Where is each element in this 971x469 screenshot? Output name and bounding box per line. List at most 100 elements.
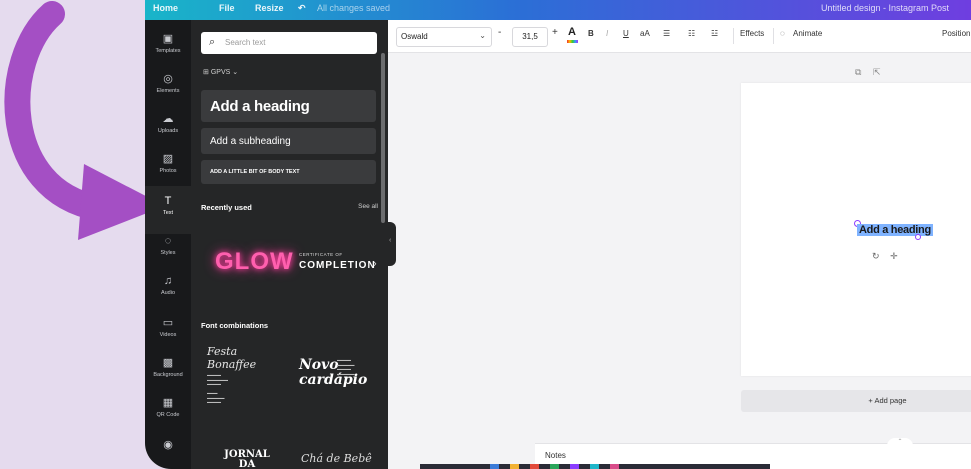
font-combinations-heading: Font combinations bbox=[201, 321, 269, 330]
rail-qr-code[interactable]: ▦ QR Code bbox=[145, 396, 191, 418]
letter-case-button[interactable]: aA bbox=[640, 29, 650, 38]
underline-button[interactable]: U bbox=[623, 29, 629, 38]
rotate-icon[interactable]: ↻ bbox=[872, 251, 880, 261]
add-heading-button[interactable]: Add a heading bbox=[201, 90, 376, 122]
rail-label: Background bbox=[153, 372, 183, 378]
rail-audio[interactable]: ♫ Audio bbox=[145, 274, 191, 296]
decrease-font-size-button[interactable]: - bbox=[498, 27, 501, 38]
combo2-details: ▬▬▬▬ ▬▬▬▬▬ ▬▬▬▬ ▬▬▬▬▬ bbox=[337, 358, 355, 376]
add-subheading-button[interactable]: Add a subheading bbox=[201, 128, 376, 154]
rail-label: Elements bbox=[156, 88, 180, 94]
rail-background[interactable]: ▩ Background bbox=[145, 356, 191, 378]
search-text-input[interactable]: ⌕ Search text bbox=[201, 32, 377, 54]
font-family-select[interactable]: Oswald ⌄ bbox=[396, 27, 492, 47]
brand-kit-selector[interactable]: ⊞ GPVS ⌄ bbox=[203, 68, 238, 76]
chevron-up-icon[interactable]: ⌃ bbox=[887, 438, 913, 446]
taskbar-app-icon[interactable] bbox=[490, 464, 499, 469]
spacing-icon[interactable]: ☳ bbox=[711, 29, 718, 38]
bold-button[interactable]: B bbox=[588, 29, 594, 38]
move-icon[interactable]: ✛ bbox=[890, 251, 898, 261]
design-title[interactable]: Untitled design - Instagram Post bbox=[821, 3, 949, 13]
rail-photos[interactable]: ▨ Photos bbox=[145, 152, 191, 174]
align-icon[interactable]: ☰ bbox=[663, 29, 670, 38]
top-menu-bar: Home File Resize ↶ All changes saved Unt… bbox=[145, 0, 971, 20]
font-combination-3[interactable]: JORNAL DA CIDADE bbox=[219, 450, 275, 469]
toolbar-divider bbox=[733, 28, 734, 44]
rail-label: Styles bbox=[160, 250, 176, 256]
search-icon: ⌕ bbox=[209, 36, 216, 48]
notes-button[interactable]: Notes bbox=[545, 451, 566, 460]
rail-more[interactable]: ◉ bbox=[145, 438, 191, 452]
taskbar-app-icon[interactable] bbox=[590, 464, 599, 469]
taskbar-app-icon[interactable] bbox=[550, 464, 559, 469]
position-button[interactable]: Position bbox=[942, 29, 970, 38]
certificate-small-text[interactable]: CERTIFICATE OF bbox=[299, 252, 343, 257]
left-rail: ▣ Templates ◎ Elements ☁ Uploads ▨ Photo… bbox=[145, 20, 191, 469]
add-page-icon[interactable]: ⇱ bbox=[873, 67, 881, 77]
chevron-left-icon: ‹ bbox=[389, 237, 392, 244]
selection-handle[interactable] bbox=[915, 234, 921, 240]
font-combination-4[interactable]: Chá de Bebê bbox=[301, 452, 372, 465]
font-family-value: Oswald bbox=[401, 32, 428, 41]
taskbar-app-icon[interactable] bbox=[510, 464, 519, 469]
text-color-button[interactable]: A bbox=[567, 26, 578, 43]
duplicate-page-icon[interactable]: ⧉ bbox=[855, 67, 861, 77]
see-all-link[interactable]: See all bbox=[358, 203, 378, 210]
font-combination-1[interactable]: Festa Bonaffee ▬▬▬▬ ▬▬▬▬▬▬ ▬▬▬▬ ▬▬▬ ▬▬▬▬▬ ▬▬▬… bbox=[207, 345, 277, 405]
photos-icon: ▨ bbox=[162, 153, 174, 165]
rail-label: Audio bbox=[160, 290, 176, 296]
rail-videos[interactable]: ▭ Videos bbox=[145, 316, 191, 338]
rail-label: Videos bbox=[159, 332, 177, 338]
effects-button[interactable]: Effects bbox=[740, 29, 764, 38]
collapse-panel-button[interactable]: ‹ bbox=[388, 222, 396, 266]
taskbar-app-icon[interactable] bbox=[570, 464, 579, 469]
canva-editor-window: Home File Resize ↶ All changes saved Unt… bbox=[145, 0, 971, 469]
text-toolbar: Oswald ⌄ - 31,5 + A B I U aA ☰ ☷ ☳ Effec… bbox=[388, 20, 971, 53]
styles-icon: ◌ bbox=[164, 235, 172, 247]
toolbar-divider bbox=[773, 28, 774, 44]
combo1-title: Festa Bonaffee bbox=[207, 345, 257, 371]
resize-menu[interactable]: Resize bbox=[255, 3, 284, 13]
file-menu[interactable]: File bbox=[219, 3, 235, 13]
font-combination-2[interactable]: Novo cardápio ▬▬▬▬ ▬▬▬▬▬ ▬▬▬▬ ▬▬▬▬▬ bbox=[299, 358, 371, 388]
selected-heading-text[interactable]: Add a heading bbox=[857, 224, 933, 236]
italic-button[interactable]: I bbox=[606, 29, 608, 38]
undo-icon[interactable]: ↶ bbox=[298, 3, 306, 14]
animate-icon: ◌ bbox=[780, 29, 785, 38]
rail-text[interactable]: T Text bbox=[145, 186, 191, 234]
font-size-input[interactable]: 31,5 bbox=[512, 27, 548, 47]
element-actions: ↻ ✛ bbox=[872, 251, 906, 262]
rail-styles[interactable]: ◌ Styles bbox=[145, 234, 191, 256]
taskbar-app-icon[interactable] bbox=[610, 464, 619, 469]
text-panel: ⌕ Search text ⊞ GPVS ⌄ Add a heading Add… bbox=[191, 20, 388, 469]
chevron-down-icon: ⌄ bbox=[479, 31, 486, 40]
animate-button[interactable]: Animate bbox=[793, 29, 822, 38]
chevron-right-icon[interactable]: › bbox=[373, 258, 377, 270]
rail-uploads[interactable]: ☁ Uploads bbox=[145, 112, 191, 134]
uploads-icon: ☁ bbox=[162, 113, 174, 125]
rail-label: Text bbox=[162, 210, 174, 216]
rail-elements[interactable]: ◎ Elements bbox=[145, 72, 191, 94]
home-menu[interactable]: Home bbox=[153, 3, 178, 13]
increase-font-size-button[interactable]: + bbox=[552, 27, 558, 38]
audio-icon: ♫ bbox=[163, 275, 173, 287]
certificate-text-style[interactable]: COMPLETION bbox=[299, 260, 376, 271]
add-heading-label: Add a heading bbox=[210, 98, 310, 115]
add-page-button[interactable]: + Add page bbox=[741, 390, 971, 412]
recently-used-heading: Recently used bbox=[201, 203, 252, 212]
panel-scrollbar[interactable] bbox=[381, 53, 385, 223]
page-actions: ⧉ ⇱ bbox=[855, 67, 890, 78]
rail-templates[interactable]: ▣ Templates bbox=[145, 32, 191, 54]
add-subheading-label: Add a subheading bbox=[210, 136, 291, 147]
save-status: All changes saved bbox=[317, 3, 391, 13]
add-body-label: Add a little bit of body text bbox=[210, 169, 300, 175]
text-icon: T bbox=[164, 195, 172, 207]
design-page[interactable] bbox=[741, 83, 971, 376]
taskbar-app-icon[interactable] bbox=[530, 464, 539, 469]
search-placeholder: Search text bbox=[225, 38, 266, 47]
templates-icon: ▣ bbox=[162, 33, 174, 45]
list-icon[interactable]: ☷ bbox=[688, 29, 695, 38]
glow-text-style[interactable]: GLOW bbox=[215, 248, 294, 276]
chevron-down-icon: ⌄ bbox=[232, 69, 239, 76]
add-body-text-button[interactable]: Add a little bit of body text bbox=[201, 160, 376, 184]
